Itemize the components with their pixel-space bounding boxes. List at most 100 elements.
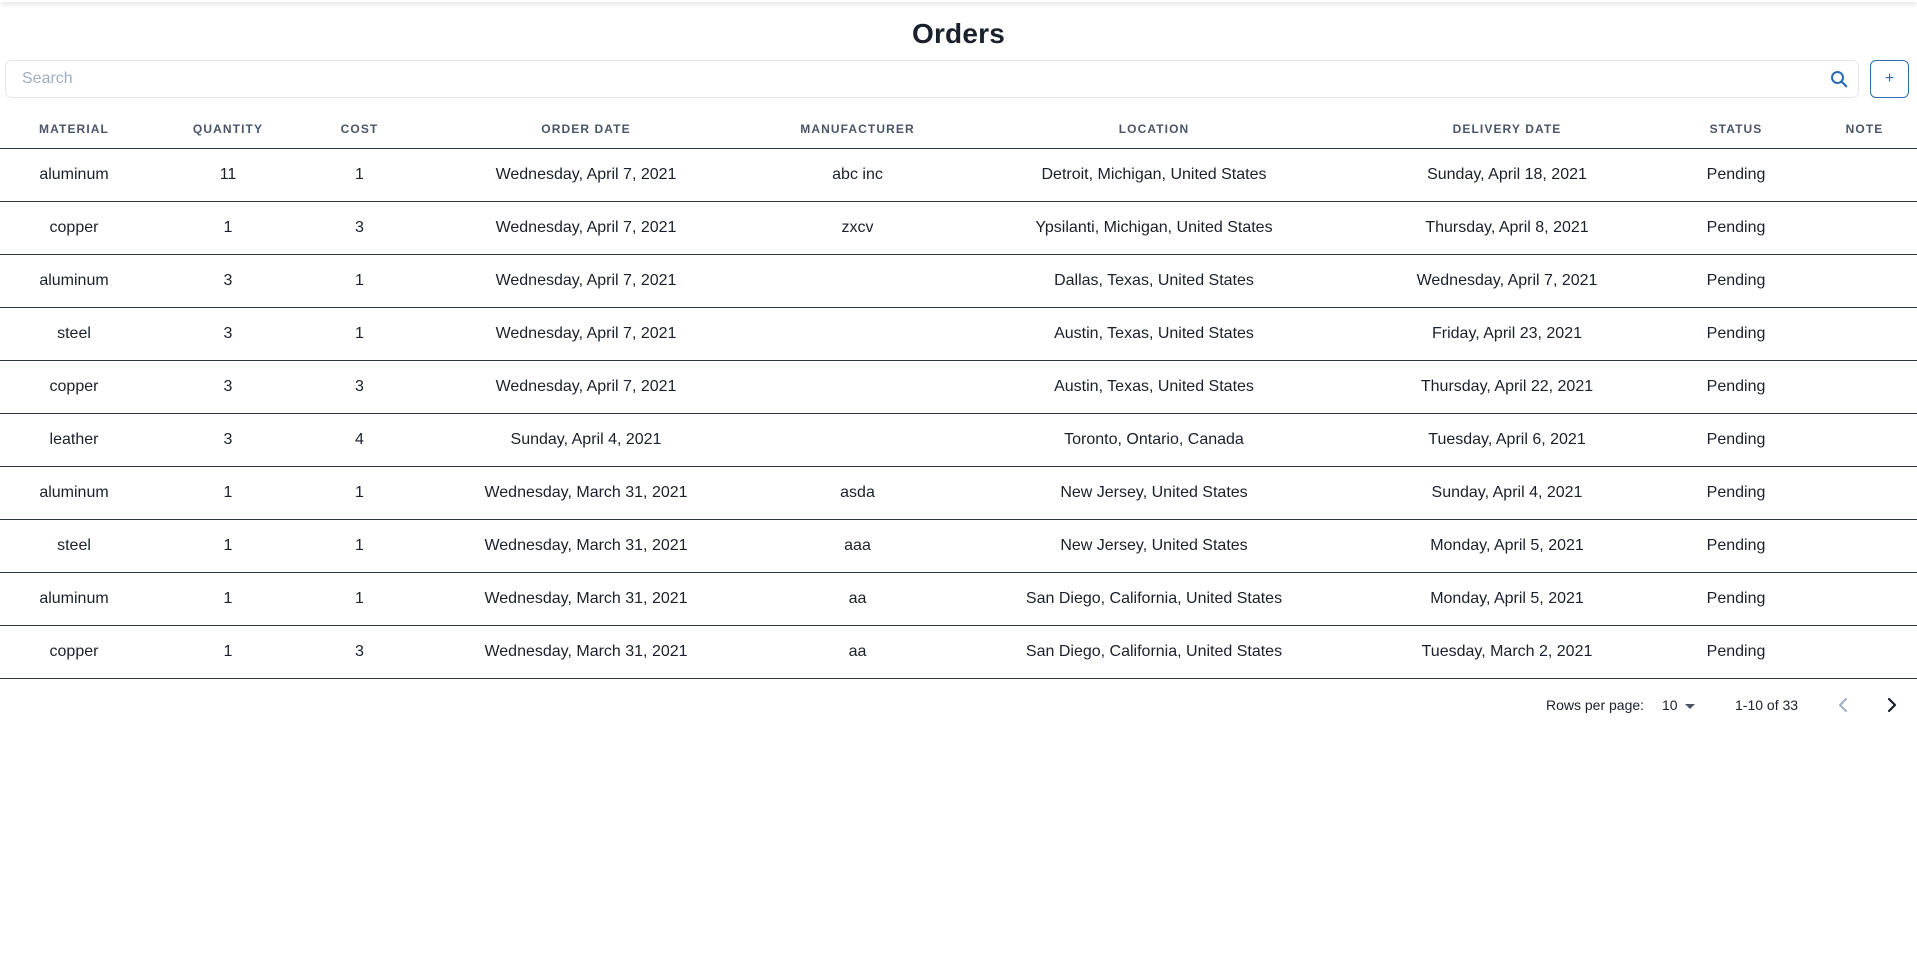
cell-status: Pending <box>1660 254 1812 308</box>
table-row[interactable]: aluminum 1 1 Wednesday, March 31, 2021 aa San… <box>0 572 1917 626</box>
cell-cost: 3 <box>308 625 411 679</box>
cell-order-date: Wednesday, March 31, 2021 <box>411 625 761 679</box>
cell-location: New Jersey, United States <box>954 466 1354 520</box>
cell-cost: 1 <box>308 148 411 202</box>
cell-note <box>1812 307 1917 361</box>
cell-material: aluminum <box>0 572 148 626</box>
cell-quantity: 1 <box>148 625 308 679</box>
cell-quantity: 11 <box>148 148 308 202</box>
cell-manufacturer: zxcv <box>761 201 954 255</box>
table-row[interactable]: leather 3 4 Sunday, April 4, 2021 Toronto, O… <box>0 413 1917 467</box>
column-header-note[interactable]: Note <box>1812 111 1917 149</box>
cell-status: Pending <box>1660 307 1812 361</box>
cell-note <box>1812 519 1917 573</box>
column-header-status[interactable]: Status <box>1660 111 1812 149</box>
rows-per-page-select[interactable]: 10 <box>1662 697 1695 713</box>
cell-location: New Jersey, United States <box>954 519 1354 573</box>
cell-quantity: 3 <box>148 413 308 467</box>
cell-delivery-date: Monday, April 5, 2021 <box>1354 519 1660 573</box>
cell-material: aluminum <box>0 148 148 202</box>
column-header-location[interactable]: Location <box>954 111 1354 149</box>
page-title: Orders <box>911 18 1006 49</box>
cell-delivery-date: Friday, April 23, 2021 <box>1354 307 1660 361</box>
cell-quantity: 3 <box>148 254 308 308</box>
cell-location: Toronto, Ontario, Canada <box>954 413 1354 467</box>
cell-material: steel <box>0 519 148 573</box>
cell-cost: 3 <box>308 201 411 255</box>
cell-manufacturer <box>761 307 954 361</box>
cell-cost: 1 <box>308 307 411 361</box>
cell-note <box>1812 625 1917 679</box>
cell-location: San Diego, California, United States <box>954 625 1354 679</box>
table-row[interactable]: aluminum 3 1 Wednesday, April 7, 2021 Dallas… <box>0 254 1917 308</box>
rows-per-page-value: 10 <box>1662 697 1678 713</box>
cell-status: Pending <box>1660 413 1812 467</box>
cell-delivery-date: Tuesday, March 2, 2021 <box>1354 625 1660 679</box>
cell-manufacturer <box>761 254 954 308</box>
cell-note <box>1812 466 1917 520</box>
cell-order-date: Wednesday, March 31, 2021 <box>411 572 761 626</box>
search-icon[interactable] <box>1830 70 1848 88</box>
column-header-material[interactable]: Material <box>0 111 148 149</box>
cell-order-date: Wednesday, April 7, 2021 <box>411 148 761 202</box>
page-range: 1-10 of 33 <box>1735 697 1799 713</box>
cell-material: aluminum <box>0 254 148 308</box>
cell-cost: 3 <box>308 360 411 414</box>
cell-order-date: Sunday, April 4, 2021 <box>411 413 761 467</box>
cell-note <box>1812 413 1917 467</box>
cell-quantity: 3 <box>148 360 308 414</box>
table-row[interactable]: steel 1 1 Wednesday, March 31, 2021 aaa New J… <box>0 519 1917 573</box>
cell-manufacturer <box>761 413 954 467</box>
cell-note <box>1812 572 1917 626</box>
cell-note <box>1812 360 1917 414</box>
column-header-quantity[interactable]: Quantity <box>148 111 308 149</box>
table-row[interactable]: copper 3 3 Wednesday, April 7, 2021 Austin, … <box>0 360 1917 414</box>
cell-order-date: Wednesday, March 31, 2021 <box>411 466 761 520</box>
cell-quantity: 1 <box>148 201 308 255</box>
cell-note <box>1812 148 1917 202</box>
cell-material: leather <box>0 413 148 467</box>
column-header-order-date[interactable]: Order Date <box>411 111 761 149</box>
search-input[interactable] <box>6 61 1806 97</box>
cell-order-date: Wednesday, April 7, 2021 <box>411 307 761 361</box>
orders-table: Material Quantity Cost Order Date Manufa… <box>0 111 1917 679</box>
chevron-right-icon[interactable] <box>1882 696 1902 714</box>
cell-delivery-date: Sunday, April 18, 2021 <box>1354 148 1660 202</box>
top-bar-shadow <box>0 0 1917 2</box>
cell-manufacturer: aa <box>761 625 954 679</box>
cell-status: Pending <box>1660 572 1812 626</box>
cell-note <box>1812 201 1917 255</box>
cell-material: aluminum <box>0 466 148 520</box>
cell-order-date: Wednesday, April 7, 2021 <box>411 201 761 255</box>
cell-location: San Diego, California, United States <box>954 572 1354 626</box>
table-row[interactable]: aluminum 11 1 Wednesday, April 7, 2021 abc i… <box>0 148 1917 202</box>
table-row[interactable]: steel 3 1 Wednesday, April 7, 2021 Austin, T… <box>0 307 1917 361</box>
cell-status: Pending <box>1660 519 1812 573</box>
cell-manufacturer: abc inc <box>761 148 954 202</box>
cell-manufacturer <box>761 360 954 414</box>
cell-note <box>1812 254 1917 308</box>
column-header-manufacturer[interactable]: Manufacturer <box>761 111 954 149</box>
cell-status: Pending <box>1660 201 1812 255</box>
table-row[interactable]: aluminum 1 1 Wednesday, March 31, 2021 asda N… <box>0 466 1917 520</box>
chevron-left-icon[interactable] <box>1834 696 1854 714</box>
cell-material: copper <box>0 201 148 255</box>
search-bar <box>5 60 1859 98</box>
cell-cost: 4 <box>308 413 411 467</box>
column-header-delivery-date[interactable]: Delivery Date <box>1354 111 1660 149</box>
cell-delivery-date: Sunday, April 4, 2021 <box>1354 466 1660 520</box>
cell-delivery-date: Thursday, April 22, 2021 <box>1354 360 1660 414</box>
cell-quantity: 3 <box>148 307 308 361</box>
column-header-cost[interactable]: Cost <box>308 111 411 149</box>
add-order-button[interactable]: + <box>1870 60 1909 98</box>
cell-delivery-date: Thursday, April 8, 2021 <box>1354 201 1660 255</box>
pagination-bar: Rows per page: 10 1-10 of 33 <box>0 692 1917 718</box>
cell-quantity: 1 <box>148 572 308 626</box>
table-row[interactable]: copper 1 3 Wednesday, April 7, 2021 zxcv Ypsi… <box>0 201 1917 255</box>
cell-material: steel <box>0 307 148 361</box>
cell-location: Detroit, Michigan, United States <box>954 148 1354 202</box>
cell-location: Austin, Texas, United States <box>954 360 1354 414</box>
cell-quantity: 1 <box>148 466 308 520</box>
table-row[interactable]: copper 1 3 Wednesday, March 31, 2021 aa San D… <box>0 625 1917 679</box>
cell-order-date: Wednesday, April 7, 2021 <box>411 360 761 414</box>
